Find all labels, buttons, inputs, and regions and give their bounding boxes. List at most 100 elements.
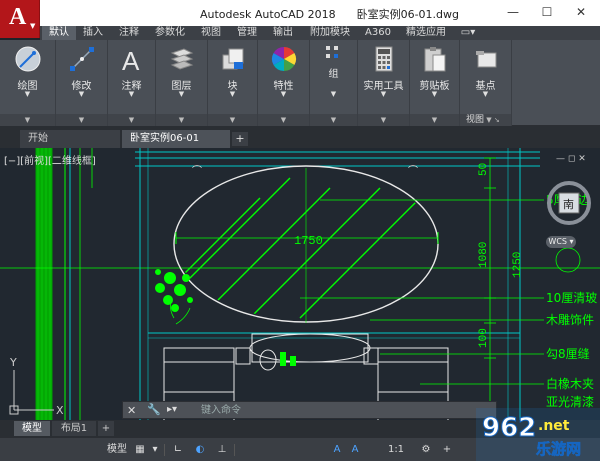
viewcube[interactable]: 南 <box>544 178 594 228</box>
tab-active-label: 卧室实例06-01 <box>130 133 200 144</box>
cad-drawing: 1750 ⌒ ⌒ 50 1080 1250 100 10厘清玻 木雕饰件 勾8厘… <box>0 148 600 440</box>
chevron-down-icon[interactable]: ▼ <box>258 114 309 126</box>
layers-icon <box>170 48 193 70</box>
chevron-down-icon[interactable]: ▼ <box>56 114 107 126</box>
object-snap-icon[interactable]: ⊥ <box>214 442 230 458</box>
move-modify-icon <box>69 47 94 71</box>
close-button[interactable]: ✕ <box>564 0 598 24</box>
chevron-down-icon: ▼ <box>128 90 135 98</box>
wcs-menu-button[interactable]: WCS ▾ <box>546 236 576 248</box>
annotation-visibility-icon[interactable]: A <box>330 442 344 458</box>
document-title: 卧室实例06-01.dwg <box>356 8 459 21</box>
viewport-window-controls[interactable]: — ◻ ✕ <box>556 154 586 164</box>
window-title: Autodesk AutoCAD 2018 卧室实例06-01.dwg <box>200 6 459 22</box>
chevron-down-icon[interactable]: ▼ <box>410 114 459 126</box>
ribbon-group-view[interactable]: 基点 ▼ 视图 ▼ ↘ <box>460 40 512 126</box>
watermark-net: .net <box>538 418 570 434</box>
maximize-button[interactable]: ☐ <box>530 0 564 24</box>
dimension-label: 1250 <box>512 252 524 278</box>
chevron-down-icon[interactable]: ▼ <box>208 114 257 126</box>
ribbon-group-utilities[interactable]: 实用工具 ▼ ▼ <box>358 40 410 126</box>
prompt-arrow-icon[interactable]: ▸▾ <box>167 404 177 415</box>
document-tab-bar: 开始 卧室实例06-01 + <box>0 126 600 148</box>
ribbon-group-clipboard[interactable]: 剪贴板 ▼ ▼ <box>410 40 460 126</box>
ribbon-view-footer[interactable]: 视图 ▼ ↘ <box>460 114 511 126</box>
svg-text:A: A <box>122 46 140 73</box>
chevron-down-icon: ▼ <box>280 90 287 98</box>
chevron-down-icon[interactable]: ▼ <box>0 114 55 126</box>
polar-tracking-icon[interactable]: ◐ <box>192 442 208 458</box>
model-space-button[interactable]: 模型 <box>104 442 130 458</box>
annotation-scale-dropdown[interactable]: 1:1 <box>384 442 408 458</box>
chevron-down-icon: ▼ <box>380 90 387 98</box>
add-icon[interactable]: + <box>440 442 454 458</box>
svg-text:⌒: ⌒ <box>192 165 202 177</box>
color-wheel-icon <box>271 46 296 71</box>
tab-insert[interactable]: 插入 <box>78 26 108 40</box>
ribbon-group-modify[interactable]: 修改 ▼ ▼ <box>56 40 108 126</box>
ribbon-panel: 绘图 ▼ ▼ 修改 ▼ ▼ A 注释 ▼ ▼ 图层 ▼ ▼ 块 ▼ ▼ 特性 ▼… <box>0 40 600 126</box>
tab-default[interactable]: 默认 <box>42 26 76 40</box>
block-icon <box>222 48 243 70</box>
watermark-label: 乐游网 <box>536 440 581 458</box>
site-watermark: 962 .net 乐游网 <box>476 408 600 461</box>
chevron-down-icon: ▼ <box>431 90 438 98</box>
text-annotate-icon: A <box>122 46 140 73</box>
new-layout-button[interactable]: + <box>98 421 114 436</box>
tab-addins[interactable]: 附加模块 <box>304 26 356 40</box>
application-menu-button[interactable]: A ▼ <box>0 0 40 38</box>
tab-view[interactable]: 视图 <box>196 26 226 40</box>
grid-icon[interactable]: ▦ <box>132 442 148 458</box>
ribbon-group-block[interactable]: 块 ▼ ▼ <box>208 40 258 126</box>
ribbon-group-properties[interactable]: 特性 ▼ ▼ <box>258 40 310 126</box>
tab-start[interactable]: 开始 <box>20 130 120 148</box>
annotation-text: 木雕饰件 <box>546 312 594 327</box>
dimension-width: 1750 <box>294 234 323 248</box>
clipboard-icon <box>424 47 445 72</box>
annotation-text: 亚光清漆 <box>546 395 594 409</box>
watermark-site: 962 <box>482 413 536 443</box>
tab-minimize-ribbon[interactable]: ▭▾ <box>456 26 480 40</box>
ribbon-tab-bar: 默认 插入 注释 参数化 视图 管理 输出 附加模块 A360 精选应用 ▭▾ <box>40 26 600 40</box>
ribbon-group-draw[interactable]: 绘图 ▼ ▼ <box>0 40 56 126</box>
command-line[interactable]: ✕ 🔧 ▸▾ <box>122 401 497 419</box>
new-tab-button[interactable]: + <box>232 132 248 146</box>
wrench-icon[interactable]: 🔧 <box>147 403 161 416</box>
chevron-down-icon[interactable]: ▼ <box>156 114 207 126</box>
tab-a360[interactable]: A360 <box>362 26 394 40</box>
close-icon[interactable]: ✕ <box>127 404 136 417</box>
tab-manage[interactable]: 管理 <box>232 26 262 40</box>
annotation-text: 白橡木夹 <box>546 376 594 391</box>
minimize-button[interactable]: — <box>496 0 530 24</box>
ribbon-group-layers[interactable]: 图层 ▼ ▼ <box>156 40 208 126</box>
chevron-down-icon: ▼ <box>330 90 337 98</box>
gear-icon[interactable]: ⚙ <box>418 442 434 458</box>
tab-annotate[interactable]: 注释 <box>114 26 144 40</box>
calculator-icon <box>375 46 392 72</box>
ribbon-view-footer-label: 视图 <box>466 115 485 125</box>
chevron-down-icon: ▼ <box>229 90 236 98</box>
chevron-down-icon[interactable]: ▼ <box>108 114 155 126</box>
app-title: Autodesk AutoCAD 2018 <box>200 8 336 21</box>
viewport-controls-label[interactable]: [−][前视][二维线框] <box>4 152 96 167</box>
line-draw-icon <box>15 46 40 72</box>
tab-layout1[interactable]: 布局1 <box>52 421 96 436</box>
ortho-icon[interactable]: ∟ <box>170 442 186 458</box>
chevron-down-icon[interactable]: ▼ <box>310 114 357 126</box>
chevron-down-icon[interactable]: ▼ <box>358 114 409 126</box>
command-input[interactable] <box>201 404 481 417</box>
grid-dropdown[interactable]: ▾ <box>150 442 160 458</box>
drawing-canvas[interactable]: 1750 ⌒ ⌒ 50 1080 1250 100 10厘清玻 木雕饰件 勾8厘… <box>0 148 600 440</box>
tab-featured-apps[interactable]: 精选应用 <box>400 26 452 40</box>
tab-model[interactable]: 模型 <box>14 421 50 436</box>
annotation-text: 10厘清玻 <box>546 291 597 305</box>
tab-active-drawing[interactable]: 卧室实例06-01 <box>122 130 230 148</box>
ribbon-group-group[interactable]: 组 ▼ ▼ <box>310 40 358 126</box>
ribbon-group-annotate[interactable]: A 注释 ▼ ▼ <box>108 40 156 126</box>
svg-text:⌒: ⌒ <box>408 165 418 177</box>
chevron-down-icon: ▼ <box>482 90 489 98</box>
tab-output[interactable]: 输出 <box>268 26 298 40</box>
chevron-down-icon: ▼ <box>24 90 31 98</box>
auto-scale-icon[interactable]: A <box>348 442 362 458</box>
tab-parametric[interactable]: 参数化 <box>150 26 190 40</box>
